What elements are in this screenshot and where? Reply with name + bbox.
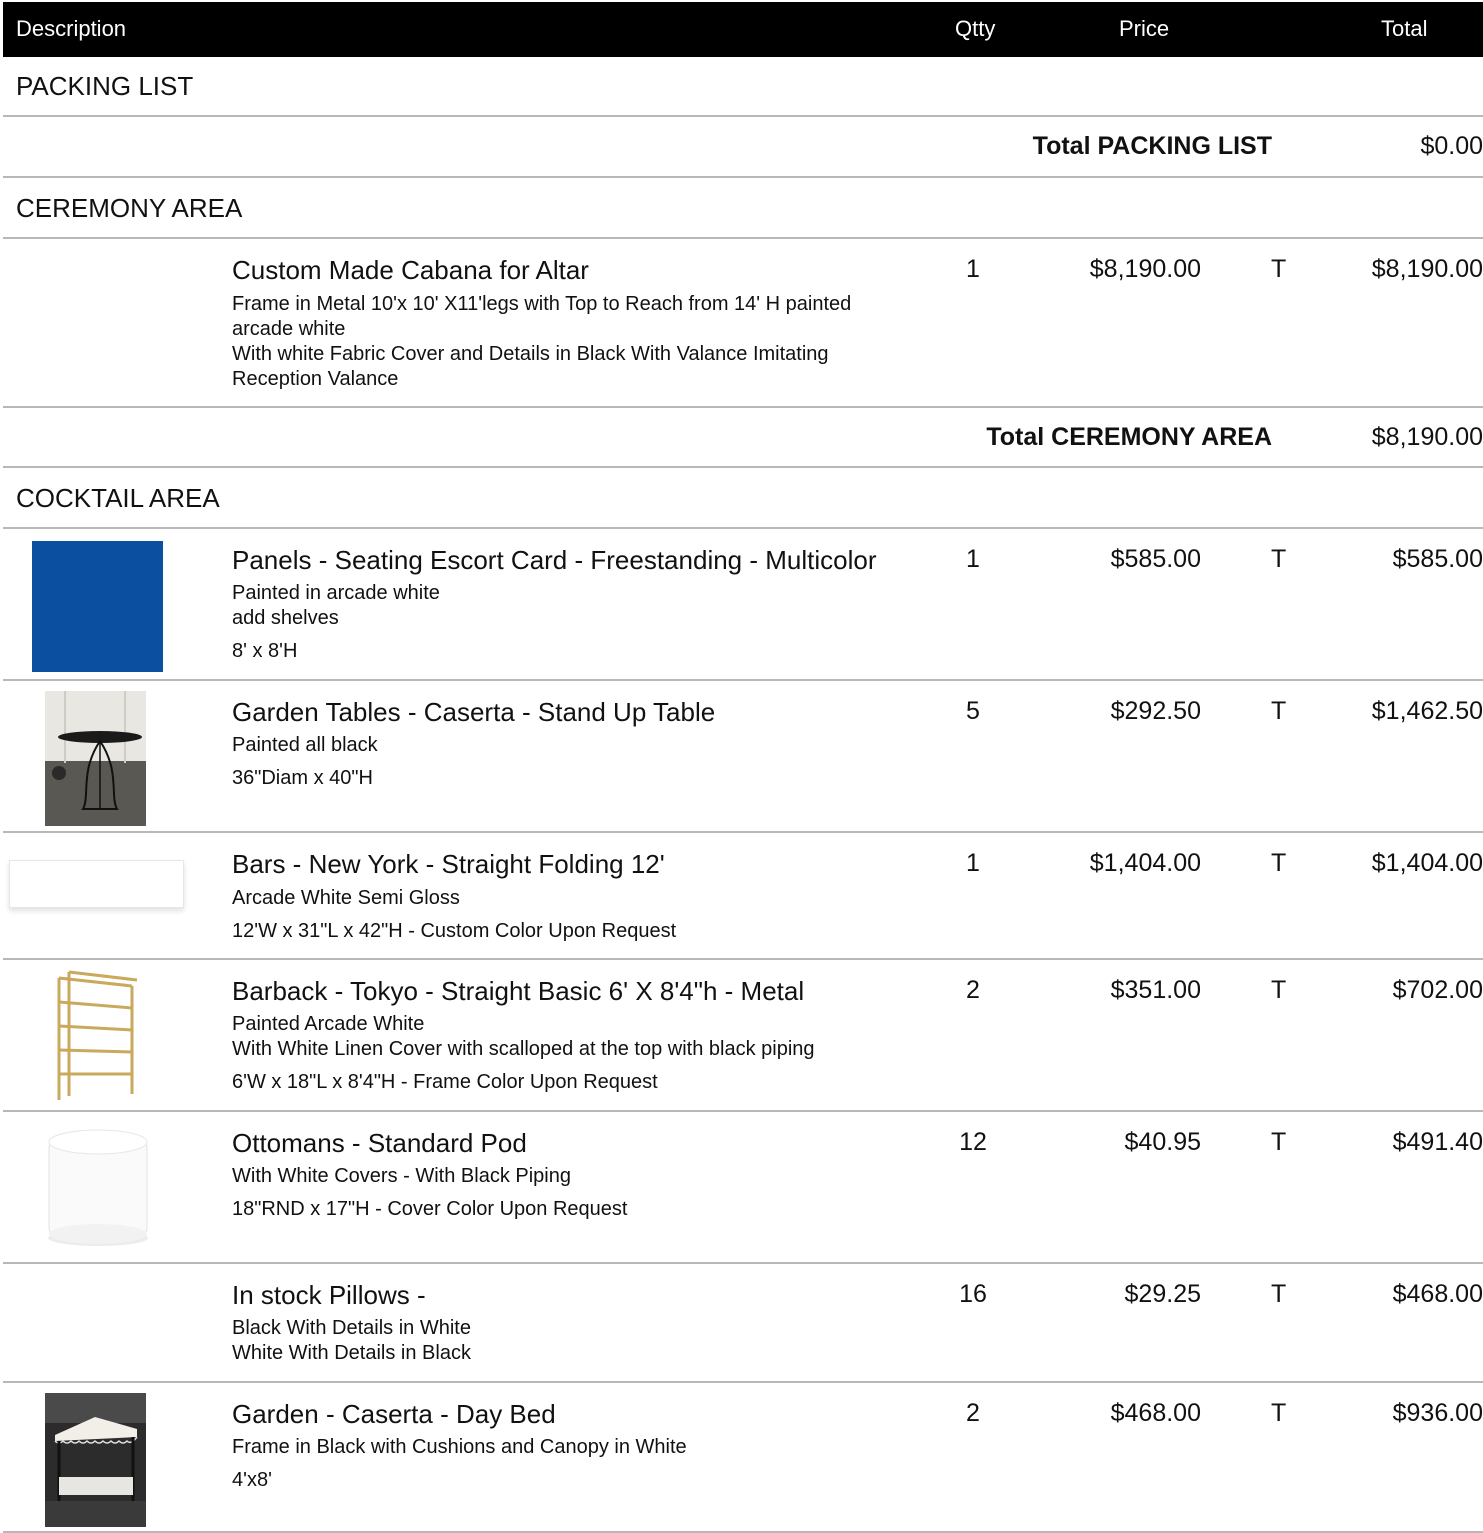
column-header-description: Description (16, 16, 127, 41)
item-dimensions: 6'W x 18"L x 8'4"H - Frame Color Upon Re… (232, 1071, 658, 1093)
section-header-ceremony-area: CEREMONY AREA (3, 178, 1483, 239)
item-qty: 1 (966, 255, 980, 283)
item-price: $468.00 (1110, 1399, 1201, 1427)
item-total: $8,190.00 (1371, 255, 1483, 283)
section-title: CEREMONY AREA (16, 193, 243, 223)
item-dimensions: 18"RND x 17"H - Cover Color Upon Request (232, 1198, 628, 1220)
item-qty: 2 (966, 1399, 980, 1427)
item-tax-flag: T (1271, 976, 1287, 1004)
section-subtotal-packing-list: Total PACKING LIST $0.00 (3, 117, 1483, 178)
item-price: $1,404.00 (1089, 849, 1201, 877)
item-tax-flag: T (1271, 697, 1287, 725)
item-price: $40.95 (1124, 1128, 1201, 1156)
subtotal-amount: $8,190.00 (1371, 423, 1483, 451)
table-row: Garden - Caserta - Day Bed Frame in Blac… (3, 1383, 1483, 1533)
item-price: $8,190.00 (1089, 255, 1201, 283)
item-name: Barback - Tokyo - Straight Basic 6' X 8'… (232, 976, 805, 1006)
item-total: $1,462.50 (1371, 697, 1483, 725)
item-description: Black With Details in White White With D… (232, 1317, 471, 1364)
item-dimensions: 36"Diam x 40"H (232, 767, 373, 789)
item-price: $292.50 (1110, 697, 1201, 725)
subtotal-label: Total CEREMONY AREA (986, 423, 1272, 451)
item-total: $585.00 (1392, 545, 1483, 573)
item-qty: 2 (966, 976, 980, 1004)
item-qty: 1 (966, 545, 980, 573)
table-row: Garden Tables - Caserta - Stand Up Table… (3, 681, 1483, 833)
item-total: $491.40 (1392, 1128, 1483, 1156)
item-price: $585.00 (1110, 545, 1201, 573)
item-description: Painted Arcade White With White Linen Co… (232, 1013, 815, 1060)
item-name: In stock Pillows - (232, 1280, 426, 1310)
item-description: Painted in arcade white add shelves (232, 582, 440, 629)
item-name: Bars - New York - Straight Folding 12' (232, 849, 665, 879)
table-header: Description Qtty Price Total (3, 2, 1483, 57)
item-name: Garden Tables - Caserta - Stand Up Table (232, 697, 716, 727)
item-price: $29.25 (1124, 1280, 1201, 1308)
item-name: Garden - Caserta - Day Bed (232, 1399, 556, 1429)
day-bed-thumbnail (45, 1393, 146, 1527)
table-row: Bars - New York - Straight Folding 12' A… (3, 833, 1483, 960)
item-description: Painted all black (232, 734, 378, 756)
section-header-packing-list: PACKING LIST (3, 57, 1483, 117)
item-dimensions: 8' x 8'H (232, 640, 298, 662)
standup-table-thumbnail (45, 691, 146, 826)
item-total: $702.00 (1392, 976, 1483, 1004)
section-header-cocktail-area: COCKTAIL AREA (3, 468, 1483, 529)
item-qty: 16 (959, 1280, 987, 1308)
blue-panel-thumbnail (32, 541, 163, 672)
item-name: Ottomans - Standard Pod (232, 1128, 527, 1158)
item-name: Custom Made Cabana for Altar (232, 255, 589, 285)
white-bar-thumbnail (9, 860, 184, 908)
item-price: $351.00 (1110, 976, 1201, 1004)
item-qty: 1 (966, 849, 980, 877)
section-subtotal-ceremony-area: Total CEREMONY AREA $8,190.00 (3, 408, 1483, 468)
item-dimensions: 4'x8' (232, 1469, 272, 1491)
item-dimensions: 12'W x 31"L x 42"H - Custom Color Upon R… (232, 920, 677, 942)
item-qty: 5 (966, 697, 980, 725)
item-tax-flag: T (1271, 255, 1287, 283)
table-row: Ottomans - Standard Pod With White Cover… (3, 1112, 1483, 1264)
item-description: With White Covers - With Black Piping (232, 1165, 571, 1187)
table-row: Barback - Tokyo - Straight Basic 6' X 8'… (3, 960, 1483, 1112)
section-title: COCKTAIL AREA (16, 483, 220, 513)
column-header-qty: Qtty (955, 16, 996, 41)
subtotal-label: Total PACKING LIST (1032, 132, 1272, 160)
item-description: Arcade White Semi Gloss (232, 887, 460, 909)
item-tax-flag: T (1271, 1280, 1287, 1308)
item-tax-flag: T (1271, 545, 1287, 573)
item-total: $468.00 (1392, 1280, 1483, 1308)
table-row: In stock Pillows - Black With Details in… (3, 1264, 1483, 1383)
item-tax-flag: T (1271, 1399, 1287, 1427)
item-total: $936.00 (1392, 1399, 1483, 1427)
column-header-price: Price (1119, 16, 1170, 41)
item-tax-flag: T (1271, 1128, 1287, 1156)
item-name: Panels - Seating Escort Card - Freestand… (232, 545, 877, 575)
table-row: Custom Made Cabana for Altar Frame in Me… (3, 239, 1483, 408)
table-row: Panels - Seating Escort Card - Freestand… (3, 529, 1483, 681)
subtotal-amount: $0.00 (1420, 132, 1483, 160)
item-description: Frame in Metal 10'x 10' X11'legs with To… (232, 293, 852, 390)
section-title: PACKING LIST (16, 71, 194, 101)
item-qty: 12 (959, 1128, 987, 1156)
shelf-unit-thumbnail (57, 970, 138, 1100)
item-tax-flag: T (1271, 849, 1287, 877)
item-description: Frame in Black with Cushions and Canopy … (232, 1436, 687, 1458)
white-ottoman-thumbnail (48, 1129, 148, 1246)
column-header-total: Total (1381, 16, 1428, 41)
item-total: $1,404.00 (1371, 849, 1483, 877)
